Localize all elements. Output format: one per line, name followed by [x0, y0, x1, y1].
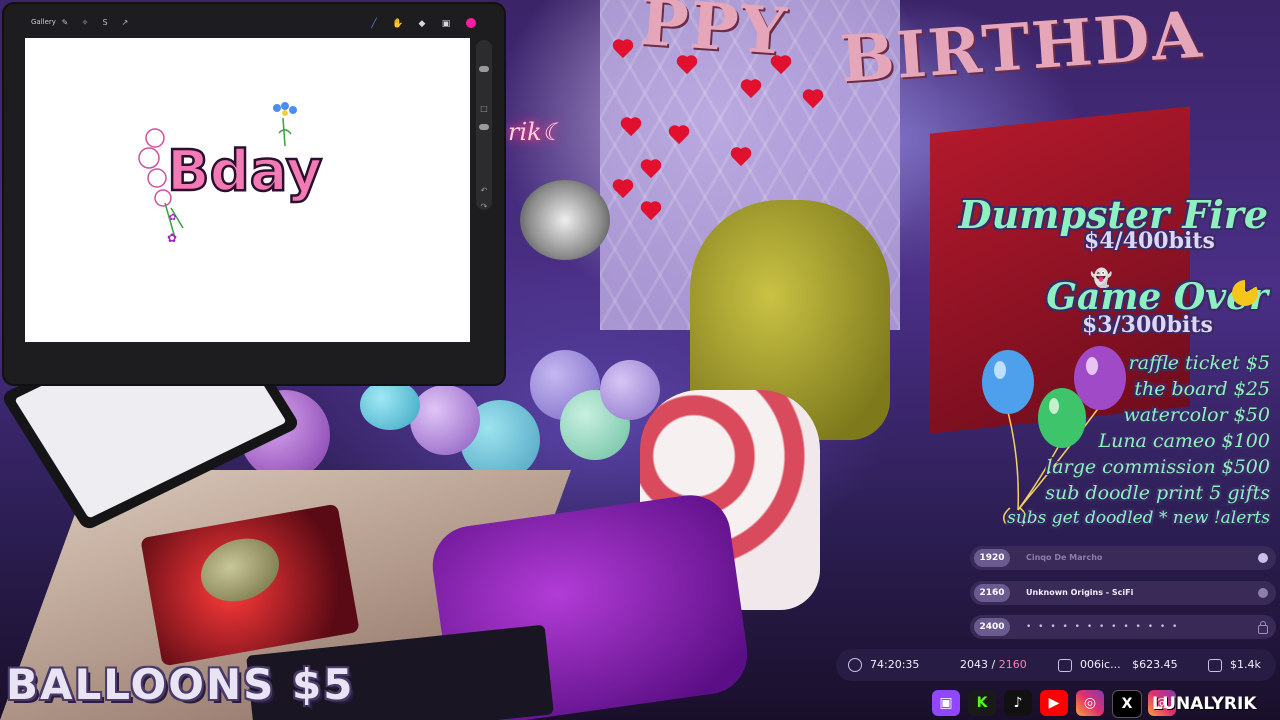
- price-list-item: the board $25: [1134, 378, 1270, 400]
- timer-value: 74:20:35: [870, 658, 920, 671]
- balloon: [600, 360, 660, 420]
- subathon-milestone-row: 2400 • • • • • • • • • • • • •: [970, 615, 1276, 639]
- heart-decoration: [740, 80, 762, 100]
- bag-icon: [1058, 658, 1072, 672]
- twitch-icon: ▣: [932, 690, 960, 716]
- milestone-number: 2160: [974, 584, 1010, 602]
- subathon-milestone-row: 2160 Unknown Origins - SciFi: [970, 581, 1276, 605]
- price-list-item: large commission $500: [1046, 456, 1270, 478]
- undo-icon[interactable]: ↶: [479, 186, 489, 196]
- wallet-amount: $623.45: [1132, 658, 1178, 671]
- neon-sign: rik☾: [508, 118, 564, 146]
- balloon: [410, 385, 480, 455]
- sub-count-stat: 2043 / 2160: [960, 649, 1027, 681]
- sub-count-total: 2160: [998, 658, 1027, 671]
- milestone-hidden-dots: • • • • • • • • • • • • •: [1026, 622, 1180, 632]
- opacity-slider[interactable]: [479, 124, 489, 130]
- timer-stat: 74:20:35: [848, 649, 919, 681]
- modify-button-icon[interactable]: □: [479, 104, 489, 114]
- artwork-text: Bday: [167, 139, 322, 204]
- youtube-icon: ▶: [1040, 690, 1068, 716]
- heart-decoration: [802, 90, 824, 110]
- wallet-id: 006ic...: [1080, 658, 1121, 671]
- eraser-icon[interactable]: ◆: [416, 18, 428, 30]
- bag-icon: [1208, 658, 1222, 672]
- milestone-text: Cinqo De Marcho: [1026, 553, 1103, 562]
- price-list-item: watercolor $50: [1123, 404, 1270, 426]
- price-list-item: Luna cameo $100: [1098, 430, 1270, 452]
- pacman-icon: [1232, 280, 1258, 306]
- milestone-number: 2400: [974, 618, 1010, 636]
- wallet-stat: 006ic... $623.45: [1058, 649, 1178, 681]
- milestone-number: 1920: [974, 549, 1010, 567]
- price-list-item: sub doodle print 5 gifts: [1045, 482, 1270, 504]
- milestone-status-dot: [1258, 588, 1268, 598]
- heart-decoration: [612, 180, 634, 200]
- heart-decoration: [730, 148, 752, 168]
- helmet-decoration: [520, 180, 610, 260]
- brush-size-sidebar: □ ↶ ↷: [476, 40, 492, 212]
- x-icon: X: [1112, 690, 1142, 718]
- balloon: [360, 380, 420, 430]
- drawing-canvas[interactable]: ✿ ✿ Bday: [25, 38, 470, 342]
- kick-icon: K: [968, 690, 996, 716]
- goal2-progress: $3/300bits: [1082, 312, 1213, 338]
- price-list-item: raffle ticket $5: [1128, 352, 1270, 374]
- heart-decoration: [620, 118, 642, 138]
- svg-text:✿: ✿: [167, 231, 177, 245]
- wrench-icon[interactable]: ✎: [60, 18, 70, 28]
- birthday-banner-letters: PPY: [637, 0, 791, 71]
- heart-decoration: [770, 56, 792, 76]
- layers-icon[interactable]: ▣: [440, 18, 452, 30]
- magic-wand-icon[interactable]: ✧: [80, 18, 90, 28]
- gallery-button[interactable]: Gallery: [31, 18, 56, 26]
- goal1-progress: $4/400bits: [1084, 228, 1215, 254]
- balloons-price-label: BALLOONS $5: [6, 660, 355, 709]
- instagram-icon: ◎: [1076, 690, 1104, 716]
- heart-decoration: [612, 40, 634, 60]
- heart-decoration: [668, 126, 690, 146]
- smudge-icon[interactable]: ✋: [392, 18, 404, 30]
- subathon-milestone-row: 1920 Cinqo De Marcho: [970, 546, 1276, 570]
- svg-text:✿: ✿: [169, 213, 177, 223]
- heart-decoration: [676, 56, 698, 76]
- total-stat: $1.4k: [1208, 649, 1261, 681]
- transform-icon[interactable]: ↗: [120, 18, 130, 28]
- tiktok-icon: ♪: [1004, 690, 1032, 716]
- sub-count-current: 2043: [960, 658, 988, 671]
- bday-artwork: ✿ ✿ Bday: [138, 102, 324, 245]
- clock-icon: [848, 658, 862, 672]
- redo-icon[interactable]: ↷: [479, 202, 489, 212]
- streamer-handle: LUNALYRIK: [1152, 694, 1257, 714]
- lock-icon: [1258, 621, 1268, 634]
- milestone-status-dot: [1258, 553, 1268, 563]
- sub-count-separator: /: [991, 658, 996, 671]
- procreate-toolbar: Gallery ✎ ✧ S ↗ ╱ ✋ ◆ ▣: [4, 4, 504, 40]
- total-amount: $1.4k: [1230, 658, 1261, 671]
- milestone-text: Unknown Origins - SciFi: [1026, 588, 1134, 597]
- selection-icon[interactable]: S: [100, 18, 110, 28]
- price-list-item: subs get doodled * new !alerts: [1007, 508, 1270, 528]
- brush-size-slider[interactable]: [479, 66, 489, 72]
- subathon-stats-bar: 74:20:35 2043 / 2160 006ic... $623.45 $1…: [836, 649, 1276, 681]
- brush-icon[interactable]: ╱: [368, 18, 380, 30]
- procreate-window: Gallery ✎ ✧ S ↗ ╱ ✋ ◆ ▣ ✿ ✿ Bday □ ↶ ↷: [4, 4, 504, 384]
- heart-decoration: [640, 160, 662, 180]
- heart-decoration: [640, 202, 662, 222]
- color-picker-swatch[interactable]: [466, 18, 476, 28]
